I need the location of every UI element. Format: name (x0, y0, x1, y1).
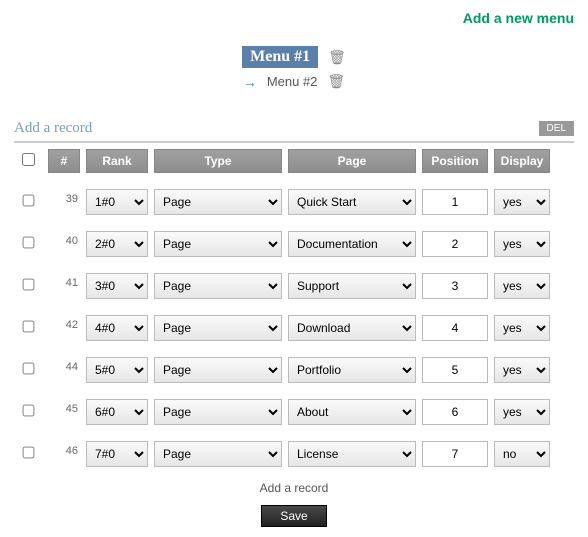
row-checkbox[interactable] (22, 195, 34, 207)
row-id: 41 (48, 273, 80, 289)
type-select[interactable]: Page (154, 441, 282, 467)
position-input[interactable] (422, 315, 488, 341)
page-select[interactable]: Quick Start (288, 189, 416, 215)
header-type: Type (154, 149, 282, 173)
page-select[interactable]: Portfolio (288, 357, 416, 383)
rank-select[interactable]: 4#0 (86, 315, 148, 341)
header-position: Position (422, 149, 488, 173)
row-checkbox[interactable] (22, 321, 34, 333)
section-title[interactable]: Add a record (14, 120, 92, 137)
header-id: # (48, 149, 80, 173)
menu-list: Menu #1 🗑 → Menu #2 🗑 (14, 46, 574, 90)
arrow-right-icon: → (243, 74, 257, 90)
page-select[interactable]: License (288, 441, 416, 467)
type-select[interactable]: Page (154, 357, 282, 383)
header-rank: Rank (86, 149, 148, 173)
trash-icon[interactable]: 🗑 (327, 73, 345, 90)
type-select[interactable]: Page (154, 315, 282, 341)
page-select[interactable]: Support (288, 273, 416, 299)
position-input[interactable] (422, 189, 488, 215)
position-input[interactable] (422, 399, 488, 425)
row-id: 46 (48, 441, 80, 457)
rank-select[interactable]: 6#0 (86, 399, 148, 425)
menu-inactive[interactable]: Menu #2 (267, 74, 318, 89)
header-display: Display (494, 149, 550, 173)
display-select[interactable]: yes (494, 231, 550, 257)
type-select[interactable]: Page (154, 399, 282, 425)
row-checkbox[interactable] (22, 405, 34, 417)
row-checkbox[interactable] (22, 279, 34, 291)
display-select[interactable]: yes (494, 273, 550, 299)
trash-icon[interactable]: 🗑 (328, 49, 346, 66)
menu-active[interactable]: Menu #1 (242, 46, 318, 68)
save-button[interactable]: Save (261, 505, 326, 527)
type-select[interactable]: Page (154, 273, 282, 299)
display-select[interactable]: yes (494, 189, 550, 215)
page-select[interactable]: About (288, 399, 416, 425)
rank-select[interactable]: 5#0 (86, 357, 148, 383)
display-select[interactable]: yes (494, 357, 550, 383)
row-checkbox[interactable] (22, 447, 34, 459)
type-select[interactable]: Page (154, 189, 282, 215)
page-select[interactable]: Documentation (288, 231, 416, 257)
page-select[interactable]: Download (288, 315, 416, 341)
row-checkbox[interactable] (22, 363, 34, 375)
position-input[interactable] (422, 273, 488, 299)
display-select[interactable]: yes (494, 315, 550, 341)
row-id: 39 (48, 189, 80, 205)
row-id: 40 (48, 231, 80, 247)
display-select[interactable]: no (494, 441, 550, 467)
delete-button[interactable]: DEL (539, 121, 574, 136)
row-checkbox[interactable] (22, 237, 34, 249)
rank-select[interactable]: 7#0 (86, 441, 148, 467)
select-all-checkbox[interactable] (22, 153, 35, 166)
display-select[interactable]: yes (494, 399, 550, 425)
rank-select[interactable]: 2#0 (86, 231, 148, 257)
footer-add-record[interactable]: Add a record (14, 481, 574, 495)
header-page: Page (288, 149, 416, 173)
type-select[interactable]: Page (154, 231, 282, 257)
position-input[interactable] (422, 231, 488, 257)
rank-select[interactable]: 3#0 (86, 273, 148, 299)
row-id: 45 (48, 399, 80, 415)
position-input[interactable] (422, 441, 488, 467)
position-input[interactable] (422, 357, 488, 383)
row-id: 42 (48, 315, 80, 331)
rank-select[interactable]: 1#0 (86, 189, 148, 215)
add-new-menu-link[interactable]: Add a new menu (463, 10, 574, 26)
header-select (14, 149, 42, 173)
row-id: 44 (48, 357, 80, 373)
